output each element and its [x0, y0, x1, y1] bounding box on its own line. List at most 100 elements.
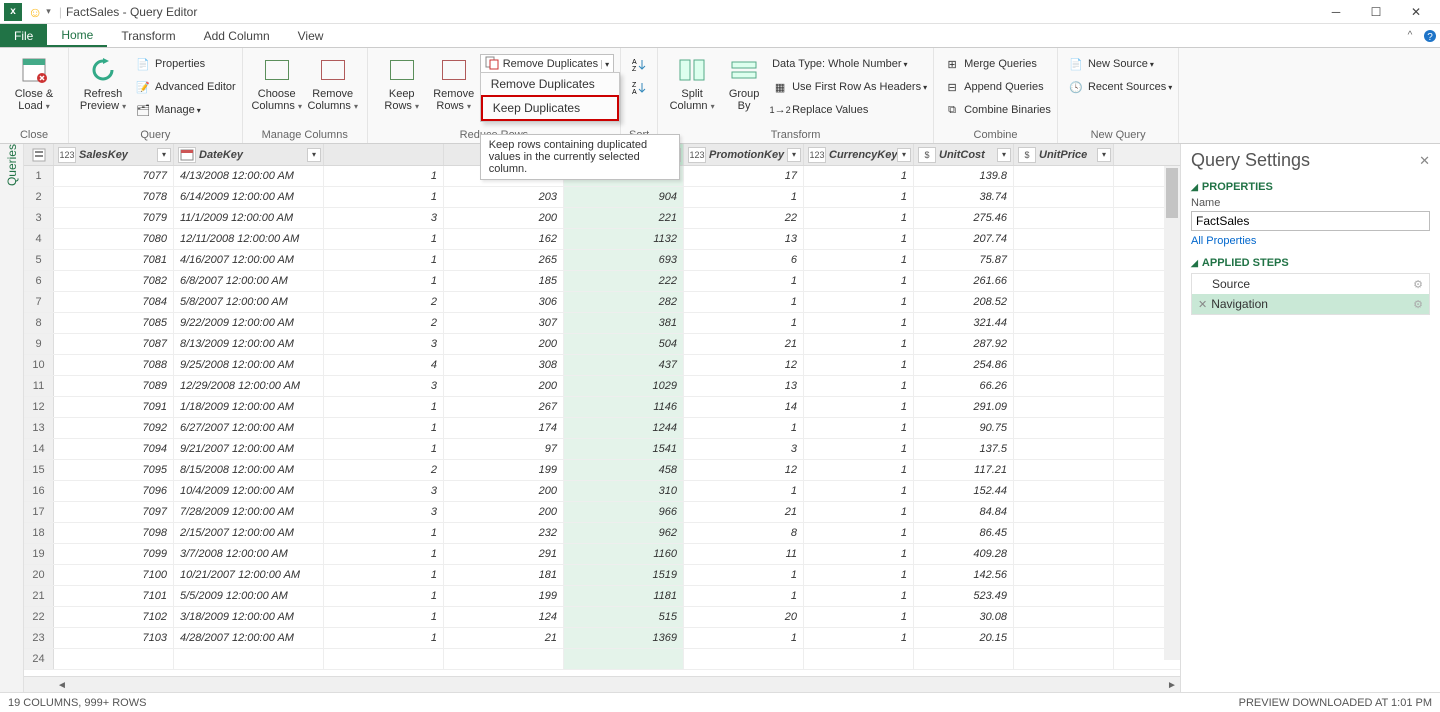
- cell[interactable]: 7081: [54, 250, 174, 270]
- cell[interactable]: 8/13/2009 12:00:00 AM: [174, 334, 324, 354]
- cell[interactable]: 265: [444, 250, 564, 270]
- cell[interactable]: 1: [804, 544, 914, 564]
- cell[interactable]: 515: [564, 607, 684, 627]
- cell[interactable]: 1: [324, 250, 444, 270]
- cell[interactable]: [1014, 460, 1114, 480]
- cell[interactable]: [914, 649, 1014, 669]
- queries-pane-collapsed[interactable]: Queries: [0, 144, 24, 692]
- cell[interactable]: 21: [444, 628, 564, 648]
- cell[interactable]: 1: [804, 565, 914, 585]
- data-type-button[interactable]: Data Type: Whole Number▾: [772, 54, 927, 74]
- close-and-load-button[interactable]: Close & Load ▾: [6, 50, 62, 113]
- type-icon[interactable]: 123: [808, 147, 826, 163]
- type-icon[interactable]: $: [918, 147, 936, 163]
- cell[interactable]: 4/13/2008 12:00:00 AM: [174, 166, 324, 186]
- cell[interactable]: 200: [444, 502, 564, 522]
- cell[interactable]: 1: [324, 565, 444, 585]
- cell[interactable]: 1: [804, 271, 914, 291]
- tab-transform[interactable]: Transform: [107, 24, 189, 47]
- cell[interactable]: 1: [684, 313, 804, 333]
- tab-add-column[interactable]: Add Column: [190, 24, 284, 47]
- cell[interactable]: 7080: [54, 229, 174, 249]
- all-properties-link[interactable]: All Properties: [1191, 235, 1256, 247]
- cell[interactable]: 1: [804, 628, 914, 648]
- cell[interactable]: 13: [684, 376, 804, 396]
- cell[interactable]: 3: [324, 208, 444, 228]
- cell[interactable]: [1014, 292, 1114, 312]
- cell[interactable]: 291.09: [914, 397, 1014, 417]
- cell[interactable]: 199: [444, 460, 564, 480]
- cell[interactable]: 261.66: [914, 271, 1014, 291]
- table-row[interactable]: 670826/8/2007 12:00:00 AM118522211261.66: [24, 271, 1180, 292]
- table-row[interactable]: 970878/13/2009 12:00:00 AM3200504211287.…: [24, 334, 1180, 355]
- cell[interactable]: 1: [324, 187, 444, 207]
- cell[interactable]: 1: [324, 586, 444, 606]
- cell[interactable]: 1: [804, 586, 914, 606]
- cell[interactable]: [1014, 439, 1114, 459]
- cell[interactable]: 1: [684, 271, 804, 291]
- cell[interactable]: 1: [804, 481, 914, 501]
- cell[interactable]: 14: [684, 397, 804, 417]
- cell[interactable]: 966: [564, 502, 684, 522]
- filter-dropdown-icon[interactable]: ▾: [787, 148, 801, 162]
- cell[interactable]: 1: [804, 439, 914, 459]
- cell[interactable]: 203: [444, 187, 564, 207]
- cell[interactable]: 185: [444, 271, 564, 291]
- remove-columns-button[interactable]: Remove Columns ▾: [305, 50, 361, 113]
- cell[interactable]: 4/28/2007 12:00:00 AM: [174, 628, 324, 648]
- cell[interactable]: 1: [804, 502, 914, 522]
- cell[interactable]: 208.52: [914, 292, 1014, 312]
- cell[interactable]: 1: [804, 523, 914, 543]
- filter-dropdown-icon[interactable]: ▾: [1097, 148, 1111, 162]
- cell[interactable]: 6/8/2007 12:00:00 AM: [174, 271, 324, 291]
- row-number[interactable]: 15: [24, 460, 54, 480]
- row-number[interactable]: 4: [24, 229, 54, 249]
- cell[interactable]: 1/18/2009 12:00:00 AM: [174, 397, 324, 417]
- sort-asc-button[interactable]: AZ: [631, 54, 651, 74]
- cell[interactable]: 1: [684, 586, 804, 606]
- table-row[interactable]: 2371034/28/2007 12:00:00 AM12113691120.1…: [24, 628, 1180, 649]
- cell[interactable]: 7097: [54, 502, 174, 522]
- cell[interactable]: 9/21/2007 12:00:00 AM: [174, 439, 324, 459]
- cell[interactable]: 207.74: [914, 229, 1014, 249]
- expand-steps-icon[interactable]: ◢: [1191, 258, 1198, 269]
- cell[interactable]: [1014, 586, 1114, 606]
- cell[interactable]: [1014, 502, 1114, 522]
- row-number[interactable]: 21: [24, 586, 54, 606]
- select-all-corner[interactable]: [24, 144, 54, 165]
- cell[interactable]: 1: [804, 187, 914, 207]
- properties-button[interactable]: 📄Properties: [135, 54, 236, 74]
- cell[interactable]: 30.08: [914, 607, 1014, 627]
- cell[interactable]: 6: [684, 250, 804, 270]
- horizontal-scrollbar[interactable]: ◄ ►: [24, 676, 1180, 692]
- cell[interactable]: 1: [324, 439, 444, 459]
- grid-body[interactable]: 170774/13/2008 12:00:00 AM12971086171139…: [24, 166, 1180, 676]
- cell[interactable]: 275.46: [914, 208, 1014, 228]
- cell[interactable]: 199: [444, 586, 564, 606]
- cell[interactable]: 200: [444, 376, 564, 396]
- help-icon[interactable]: ?: [1420, 24, 1440, 47]
- table-row[interactable]: 1470949/21/2007 12:00:00 AM197154131137.…: [24, 439, 1180, 460]
- cell[interactable]: 3: [324, 334, 444, 354]
- filter-dropdown-icon[interactable]: ▾: [897, 148, 911, 162]
- cell[interactable]: 308: [444, 355, 564, 375]
- row-number[interactable]: 13: [24, 418, 54, 438]
- keep-rows-button[interactable]: Keep Rows ▾: [374, 50, 430, 113]
- cell[interactable]: 3: [324, 481, 444, 501]
- cell[interactable]: 1: [804, 313, 914, 333]
- cell[interactable]: 7091: [54, 397, 174, 417]
- cell[interactable]: 1132: [564, 229, 684, 249]
- cell[interactable]: 962: [564, 523, 684, 543]
- column-header-datekey[interactable]: DateKey▾: [174, 144, 324, 165]
- cell[interactable]: 3: [324, 502, 444, 522]
- cell[interactable]: 3/7/2008 12:00:00 AM: [174, 544, 324, 564]
- expand-properties-icon[interactable]: ◢: [1191, 182, 1198, 193]
- cell[interactable]: 124: [444, 607, 564, 627]
- cell[interactable]: [1014, 208, 1114, 228]
- cell[interactable]: 200: [444, 208, 564, 228]
- cell[interactable]: 84.84: [914, 502, 1014, 522]
- cell[interactable]: 1: [804, 292, 914, 312]
- cell[interactable]: 693: [564, 250, 684, 270]
- cell[interactable]: 22: [684, 208, 804, 228]
- tab-file[interactable]: File: [0, 24, 47, 47]
